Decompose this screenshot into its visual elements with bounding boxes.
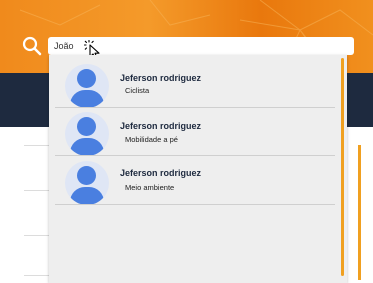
avatar bbox=[65, 112, 109, 156]
search-result-item[interactable]: Jeferson rodriguez Mobilidade a pé bbox=[55, 108, 335, 156]
divider bbox=[55, 204, 335, 205]
result-role: Ciclista bbox=[125, 86, 150, 95]
result-role: Meio ambiente bbox=[125, 183, 175, 192]
result-name: Jeferson rodriguez bbox=[120, 121, 202, 131]
search-result-item[interactable]: Jeferson rodriguez Ciclista bbox=[55, 60, 335, 108]
search-result-item[interactable]: Jeferson rodriguez Meio ambiente bbox=[55, 157, 335, 205]
divider bbox=[55, 155, 335, 156]
result-role: Mobilidade a pé bbox=[125, 135, 178, 144]
avatar bbox=[65, 64, 109, 108]
avatar bbox=[65, 161, 109, 205]
dropdown-scrollbar[interactable] bbox=[341, 58, 344, 276]
result-name: Jeferson rodriguez bbox=[120, 168, 202, 178]
search-icon[interactable] bbox=[22, 36, 42, 56]
result-name: Jeferson rodriguez bbox=[120, 73, 202, 83]
side-accent-bar bbox=[358, 145, 361, 280]
